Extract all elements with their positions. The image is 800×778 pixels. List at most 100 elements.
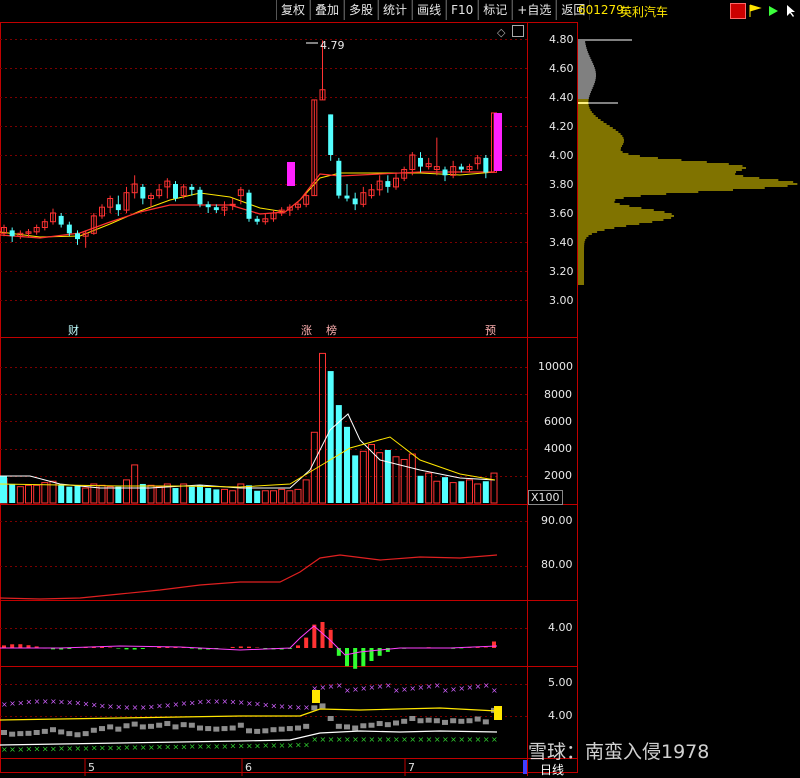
volume-tick: 4000	[544, 442, 572, 455]
indicator3-x-lower: ×	[205, 742, 212, 751]
volume-bar-down	[115, 487, 121, 503]
indicator3-x-lower: ×	[336, 735, 343, 744]
volume-bar-down	[213, 489, 219, 503]
diamond-icon[interactable]: ◇	[497, 26, 505, 39]
window-toggle-icon[interactable]	[512, 25, 524, 37]
indicator3-x-lower: ×	[409, 735, 416, 744]
indicator3-block	[418, 718, 424, 723]
indicator3-x-upper: ×	[393, 686, 400, 695]
indicator3-marker-bottom	[494, 706, 502, 720]
indicator3-x-upper: ×	[173, 700, 180, 709]
indicator3-x-lower: ×	[164, 743, 171, 752]
indicator3-block	[295, 726, 301, 731]
event-marker-list[interactable]: 榜	[326, 322, 337, 338]
candle-body-down	[247, 193, 252, 219]
indicator3-block	[360, 723, 366, 728]
macd-bar-negative	[353, 648, 357, 669]
indicator3-block	[156, 723, 162, 728]
volume-bar-down	[205, 488, 211, 503]
stock-chart[interactable]: ××××××××××××××××××××××××××××××××××××××××…	[0, 0, 800, 776]
volume-unit: X100	[528, 490, 563, 505]
indicator3-x-upper: ×	[34, 697, 41, 706]
indicator3-x-upper: ×	[295, 703, 302, 712]
indicator3-block	[213, 727, 219, 732]
indicator3-x-lower: ×	[254, 741, 261, 750]
indicator3-x-upper: ×	[426, 682, 433, 691]
indicator3-x-upper: ×	[50, 697, 57, 706]
indicator3-x-lower: ×	[475, 735, 482, 744]
indicator3-x-upper: ×	[385, 681, 392, 690]
macd-bar-negative	[345, 648, 349, 666]
volume-bar-up	[230, 491, 236, 503]
indicator3-x-upper: ×	[115, 703, 122, 712]
indicator3-block	[287, 726, 293, 731]
volume-bar-down	[197, 485, 203, 503]
indicator3-x-upper: ×	[26, 698, 33, 707]
indicator3-block	[124, 723, 130, 728]
volume-bar-up	[320, 353, 326, 503]
indicator3-x-upper: ×	[140, 703, 147, 712]
macd-bar-negative	[116, 648, 120, 649]
volume-bar-up	[181, 484, 187, 503]
indicator3-x-upper: ×	[450, 685, 457, 694]
volume-bar-up	[34, 485, 40, 503]
price-tick: 4.40	[549, 91, 574, 104]
event-marker-limit-up[interactable]: 涨	[301, 322, 312, 338]
indicator3-block	[336, 724, 342, 729]
indicator3-block	[450, 718, 456, 723]
indicator3-block	[467, 718, 473, 723]
macd-bar-negative	[141, 648, 145, 649]
volume-bar-down	[254, 491, 260, 503]
event-marker-finance[interactable]: 财	[68, 322, 79, 338]
indicator3-x-upper: ×	[262, 701, 269, 710]
indicator3-x-lower: ×	[262, 741, 269, 750]
indicator3-block	[83, 731, 89, 736]
x-label-month: 7	[408, 761, 415, 774]
indicator3-x-upper: ×	[156, 702, 163, 711]
volume-bar-up	[287, 491, 293, 503]
indicator3-block	[230, 726, 236, 731]
candle-body-down	[140, 187, 145, 199]
volume-bar-up	[303, 480, 309, 503]
indicator3-block	[42, 729, 48, 734]
volume-bar-up	[26, 485, 32, 503]
indicator3-x-lower: ×	[75, 744, 82, 753]
indicator3-block	[181, 722, 187, 727]
indicator3-block	[9, 732, 15, 737]
indicator3-x-lower: ×	[434, 735, 441, 744]
indicator3-x-upper: ×	[189, 698, 196, 707]
indicator3-block	[132, 722, 138, 727]
indicator3-block	[115, 727, 121, 732]
indicator3-block	[320, 703, 326, 708]
indicator3-x-lower: ×	[295, 741, 302, 750]
volume-bar-up	[156, 487, 162, 503]
indicator3-block	[173, 724, 179, 729]
indicator3-x-upper: ×	[181, 699, 188, 708]
macd-bar-negative	[133, 648, 137, 650]
macd-bar-negative	[370, 648, 374, 661]
volume-bar-down	[58, 485, 64, 503]
price-gridlines	[0, 40, 527, 717]
indicator3-block	[458, 719, 464, 724]
volume-bar-down	[75, 485, 81, 503]
macd-histogram	[2, 622, 496, 669]
candle-body-down	[206, 204, 211, 207]
indicator3-block	[385, 722, 391, 727]
indicator3-x-upper: ×	[75, 699, 82, 708]
volume-bar-down	[189, 487, 195, 503]
price-tick: 3.20	[549, 265, 574, 278]
indicator3-block	[262, 728, 268, 733]
indicator3-x-lower: ×	[458, 735, 465, 744]
event-marker-forecast[interactable]: 预	[485, 322, 496, 338]
macd-bar-positive	[239, 646, 243, 648]
indicator3-block	[393, 720, 399, 725]
indicator3-x-upper: ×	[132, 703, 139, 712]
macd-bar-positive	[492, 642, 496, 649]
volume-bar-up	[450, 483, 456, 503]
indicator3-x-lower: ×	[418, 735, 425, 744]
indicator3-x-upper: ×	[328, 682, 335, 691]
volume-tick: 2000	[544, 469, 572, 482]
indicator3-x-upper: ×	[344, 686, 351, 695]
indicator3-x-upper: ×	[303, 703, 310, 712]
macd-bar-negative	[125, 648, 129, 649]
